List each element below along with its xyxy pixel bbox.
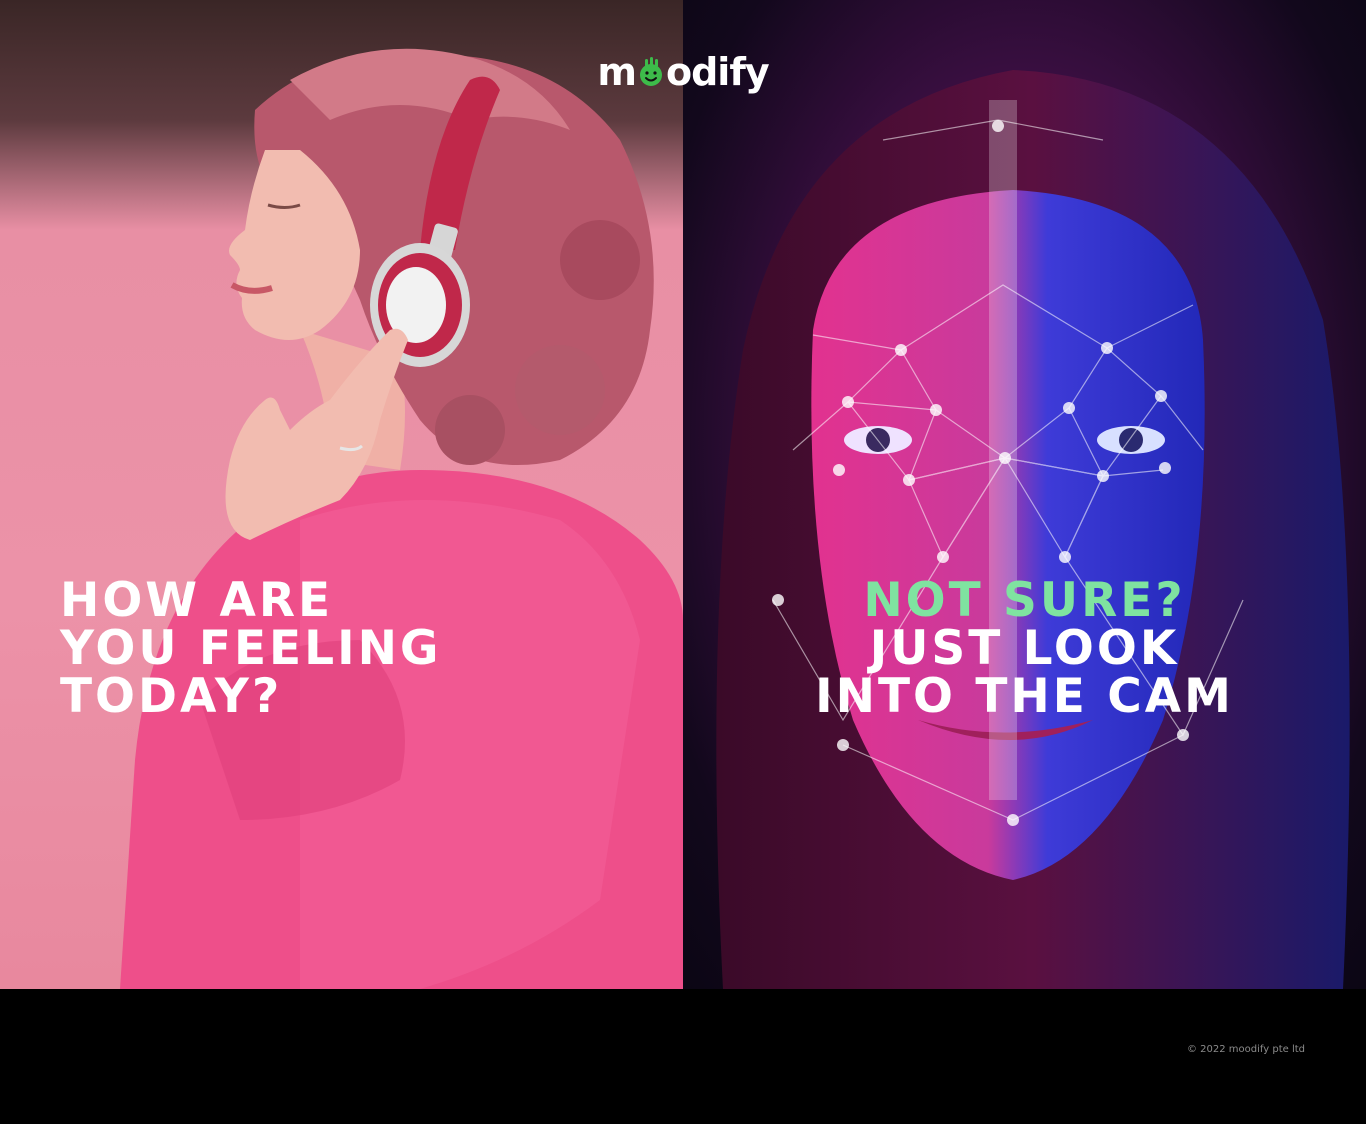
moodify-logo[interactable]: m odify (0, 50, 1366, 94)
right-panel (683, 0, 1366, 989)
left-headline: HOW ARE YOU FEELING TODAY? (60, 577, 442, 721)
woman-with-headphones-photo (120, 48, 683, 989)
smiley-icon (639, 57, 662, 86)
left-headline-line-3: TODAY? (60, 669, 283, 724)
left-headline-line-2: YOU FEELING (60, 621, 442, 676)
right-headline: NOT SURE? JUST LOOK INTO THE CAM (683, 577, 1366, 721)
logo-text-prefix: m (597, 50, 637, 94)
right-headline-line-2: INTO THE CAM (815, 669, 1234, 724)
hero-section: m odify HOW ARE YOU FEELING TODAY? NOT S… (0, 0, 1366, 989)
left-panel (0, 0, 683, 989)
face-recognition-photo (716, 70, 1350, 989)
left-headline-line-1: HOW ARE (60, 573, 334, 628)
footer: © 2022 moodify pte ltd (0, 989, 1366, 1124)
copyright-text: © 2022 moodify pte ltd (1187, 1044, 1305, 1055)
right-headline-accent: NOT SURE? (863, 573, 1186, 628)
right-headline-line-1: JUST LOOK (869, 621, 1180, 676)
logo-text-suffix: odify (665, 50, 770, 94)
